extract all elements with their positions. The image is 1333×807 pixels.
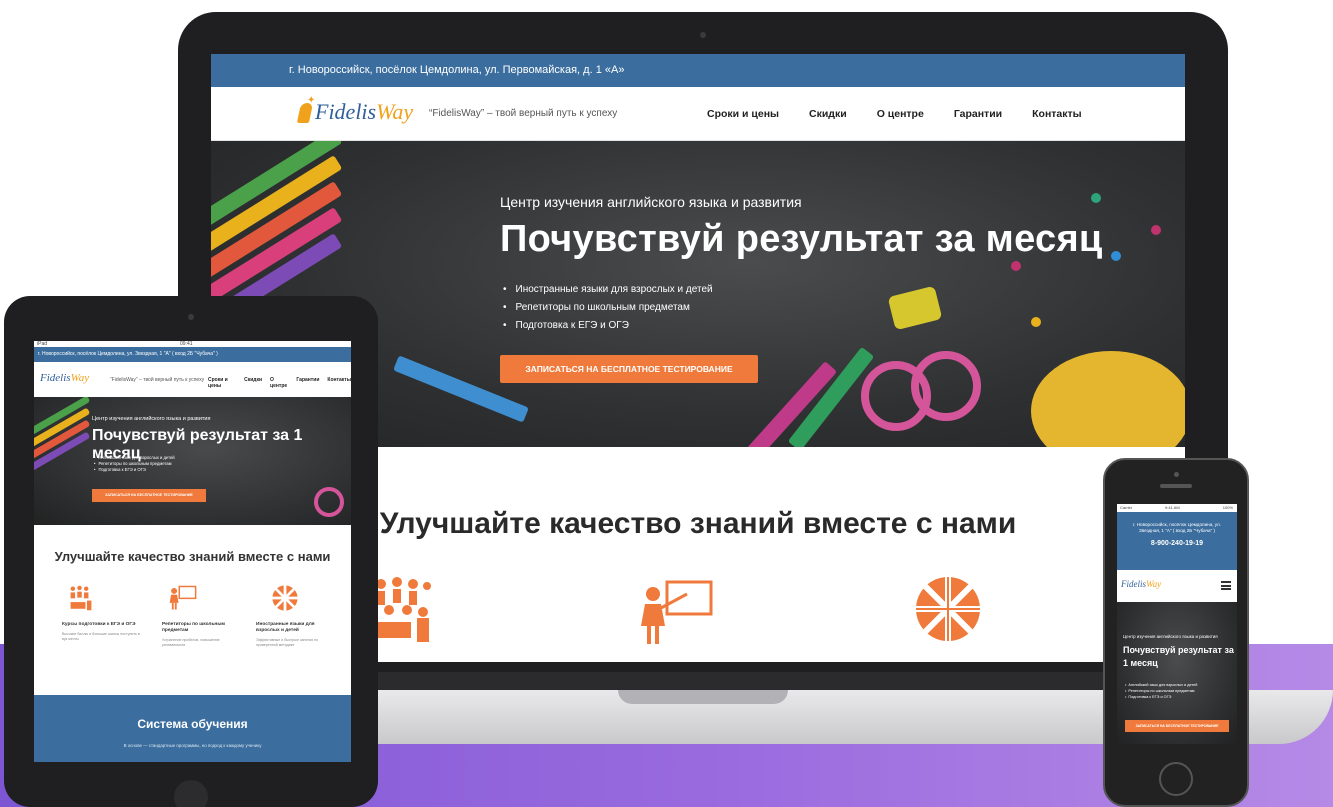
nav-item-prices[interactable]: Сроки и цены [707, 108, 779, 120]
learning-system-title: Система обучения [137, 717, 248, 731]
pushpin-decor [1011, 261, 1021, 271]
home-button-icon[interactable] [1159, 762, 1193, 796]
home-button-icon[interactable] [174, 780, 208, 807]
hamburger-menu-icon[interactable] [1221, 581, 1231, 590]
top-contact-bar: г. Новороссийск, посёлок Цемдолина, ул. … [1117, 512, 1237, 570]
hero-title: Почувствуй результат за 1 месяц [1123, 645, 1234, 668]
learning-system-section: Система обучения В основе — стандартные … [34, 695, 351, 762]
tablet-screen: iPad 09:41 г. Новороссийск, посёлок Цемд… [34, 341, 351, 762]
main-navigation: ✦ FidelisWay “FidelisWay” – твой верный … [211, 87, 1185, 141]
feature-caption: Курсы подготовки к ЕГЭ и ОГЭ [62, 622, 136, 627]
teacher-board-icon [169, 585, 197, 610]
feature-item: Иностранные языки для взрослых и детей Э… [256, 585, 336, 648]
top-contact-bar: г. Новороссийск, посёлок Цемдолина, ул. … [34, 347, 351, 362]
free-test-signup-button[interactable]: ЗАПИСАТЬСЯ НА БЕСПЛАТНОЕ ТЕСТИРОВАНИЕ [1125, 720, 1229, 732]
hero-bullet-list: Английский язык для взрослых и детей Реп… [1125, 682, 1197, 700]
hero-banner: Центр изучения английского языка и разви… [1117, 602, 1237, 744]
learning-system-text: В основе — стандартные программы, но под… [123, 743, 262, 748]
group-students-icon [375, 577, 431, 642]
hero-title: Почувствуй результат за месяц [500, 218, 1103, 260]
nav-item-contacts[interactable]: Контакты [327, 377, 351, 389]
address-text: г. Новороссийск, посёлок Цемдолина, ул. … [1133, 522, 1221, 533]
feature-description: Высокие баллы и большие шансы поступить … [62, 632, 140, 641]
scissors-decor [911, 351, 981, 421]
free-test-signup-button[interactable]: ЗАПИСАТЬСЯ НА БЕСПЛАТНОЕ ТЕСТИРОВАНИЕ [92, 489, 206, 502]
nav-item-discounts[interactable]: Скидки [809, 108, 847, 120]
teacher-board-icon [641, 580, 713, 644]
site-slogan: “FidelisWay” – твой верный путь к успеху [110, 377, 205, 383]
group-students-icon [70, 585, 92, 611]
feature-caption: Репетиторы по школьным предметам [162, 622, 225, 633]
nav-item-guarantees[interactable]: Гарантии [296, 377, 319, 389]
hero-banner: Центр изучения английского языка и разви… [34, 397, 351, 525]
hero-bullet: Иностранные языки для взрослых и детей [503, 281, 713, 299]
hero-subtitle: Центр изучения английского языка и разви… [1123, 634, 1218, 639]
speaker-icon [1160, 484, 1192, 488]
nav-item-guarantees[interactable]: Гарантии [954, 108, 1002, 120]
site-logo[interactable]: FidelisWay [40, 372, 89, 384]
phone-number[interactable]: 8-900-240-19-19 [1117, 540, 1237, 547]
phone-status-bar: Carrier 9:41 AM 100% [1120, 505, 1233, 510]
ball-decor [1031, 351, 1185, 447]
feature-description: Эффективные и быстрые занятия по провере… [256, 638, 319, 647]
hero-bullet: Подготовка к ЕГЭ и ОГЭ [1125, 694, 1197, 700]
free-test-signup-button[interactable]: ЗАПИСАТЬСЯ НА БЕСПЛАТНОЕ ТЕСТИРОВАНИЕ [500, 355, 758, 383]
nav-item-prices[interactable]: Сроки и цены [208, 377, 236, 389]
logo-figure-icon: ✦ [293, 95, 315, 125]
nav-item-about[interactable]: О центре [877, 108, 924, 120]
nav-item-about[interactable]: О центре [270, 377, 288, 389]
camera-icon [1174, 472, 1179, 477]
hero-subtitle: Центр изучения английского языка и разви… [500, 194, 802, 210]
pushpin-decor [1151, 225, 1161, 235]
hero-bullet-list: Английский язык для взрослых и детей Реп… [94, 455, 175, 473]
main-navigation: FidelisWay “FidelisWay” – твой верный пу… [34, 362, 351, 397]
tablet-device: iPad 09:41 г. Новороссийск, посёлок Цемд… [4, 296, 378, 807]
feature-caption: Иностранные языки для взрослых и детей [256, 622, 315, 633]
uk-flag-icon [916, 577, 980, 641]
uk-flag-icon [272, 585, 298, 611]
hero-bullet: Подготовка к ЕГЭ и ОГЭ [94, 467, 175, 473]
hero-bullet-list: Иностранные языки для взрослых и детей Р… [503, 281, 713, 335]
nav-menu: Сроки и цены Скидки О центре Гарантии Ко… [208, 377, 351, 389]
hero-subtitle: Центр изучения английского языка и разви… [92, 416, 211, 422]
feature-description: Устранение пробелов, повышение успеваемо… [162, 638, 220, 647]
site-logo[interactable]: FidelisWay [1121, 579, 1161, 589]
site-slogan: “FidelisWay” – твой верный путь к успеху [429, 108, 618, 119]
top-contact-bar: г. Новороссийск, посёлок Цемдолина, ул. … [211, 54, 1185, 87]
feature-item: Курсы подготовки к ЕГЭ и ОГЭ Высокие бал… [62, 585, 142, 642]
camera-icon [188, 314, 194, 320]
pushpin-decor [1031, 317, 1041, 327]
pushpin-decor [1091, 193, 1101, 203]
main-navigation: FidelisWay [1117, 570, 1237, 602]
address-text: г. Новороссийск, посёлок Цемдолина, ул. … [38, 351, 218, 357]
nav-menu: Сроки и цены Скидки О центре Гарантии Ко… [707, 108, 1082, 120]
pushpin-decor [1111, 251, 1121, 261]
phone-device: Carrier 9:41 AM 100% г. Новороссийск, по… [1103, 458, 1249, 807]
nav-item-discounts[interactable]: Скидки [244, 377, 262, 389]
hero-bullet: Репетиторы по школьным предметам [503, 299, 713, 317]
sharpener-decor [887, 285, 943, 331]
phone-screen: Carrier 9:41 AM 100% г. Новороссийск, по… [1117, 504, 1237, 744]
feature-item: Репетиторы по школьным предметам Устране… [162, 585, 242, 648]
camera-icon [700, 32, 706, 38]
address-text: г. Новороссийск, посёлок Цемдолина, ул. … [289, 64, 625, 76]
scissors-decor [314, 487, 344, 517]
site-logo[interactable]: ✦ FidelisWay [293, 95, 413, 125]
hero-bullet: Подготовка к ЕГЭ и ОГЭ [503, 317, 713, 335]
section-title: Улучшайте качество знаний вместе с нами [54, 549, 331, 564]
nav-item-contacts[interactable]: Контакты [1032, 108, 1082, 120]
